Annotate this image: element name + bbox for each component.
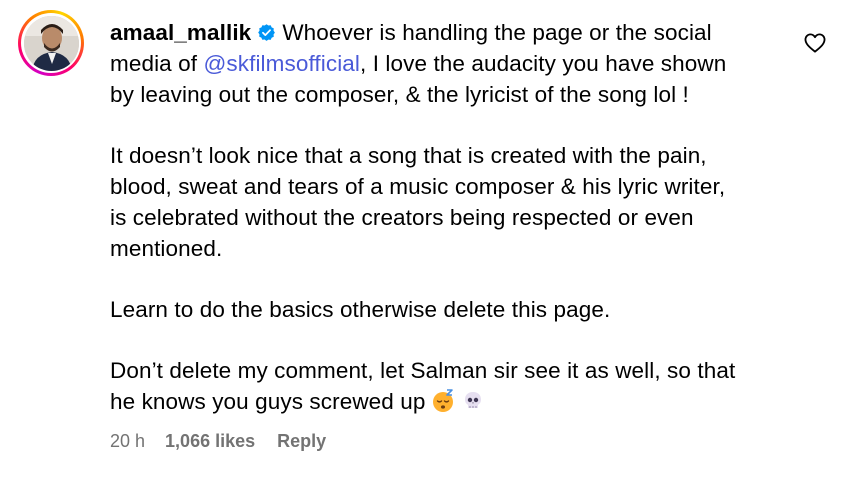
comment-text: , I love the audacity you have shown (360, 51, 727, 76)
comment-line-7: mentioned. (110, 236, 223, 261)
comment-body: amaal_mallik Whoever is handling the page… (110, 17, 770, 417)
mention-link[interactable]: @skfilmsofficial (203, 51, 360, 76)
avatar[interactable] (18, 10, 84, 76)
avatar-image (23, 15, 79, 71)
comment-line-4: It doesn’t look nice that a song that is… (110, 143, 707, 168)
reply-button[interactable]: Reply (277, 431, 326, 452)
comment-text: Whoever is handling the page or the soci… (282, 20, 712, 45)
comment-text: media of (110, 51, 204, 76)
likes-count[interactable]: 1,066 likes (165, 431, 255, 452)
comment-line-3: by leaving out the composer, & the lyric… (110, 82, 689, 107)
sleeping-face-emoji (433, 389, 454, 412)
verified-badge-icon (258, 24, 276, 41)
timestamp: 20 h (110, 431, 146, 451)
comment-line-1: amaal_mallik Whoever is handling the page… (110, 17, 770, 48)
comment-meta: 20 h 1,066 likes Reply (110, 431, 326, 452)
comment-line-2: media of @skfilmsofficial, I love the au… (110, 48, 770, 79)
comment-line-9: Don’t delete my comment, let Salman sir … (110, 358, 736, 383)
comment-line-8: Learn to do the basics otherwise delete … (110, 297, 611, 322)
comment-line-10: he knows you guys screwed up (110, 386, 770, 417)
skull-emoji (465, 392, 482, 408)
comment-text: he knows you guys screwed up (110, 389, 426, 414)
heart-outline-icon[interactable] (804, 33, 826, 53)
comment-line-6: is celebrated without the creators being… (110, 205, 694, 230)
username[interactable]: amaal_mallik (110, 20, 251, 45)
comment: amaal_mallik Whoever is handling the page… (0, 0, 843, 481)
avatar-gap (21, 13, 81, 73)
comment-line-5: blood, sweat and tears of a music compos… (110, 174, 726, 199)
